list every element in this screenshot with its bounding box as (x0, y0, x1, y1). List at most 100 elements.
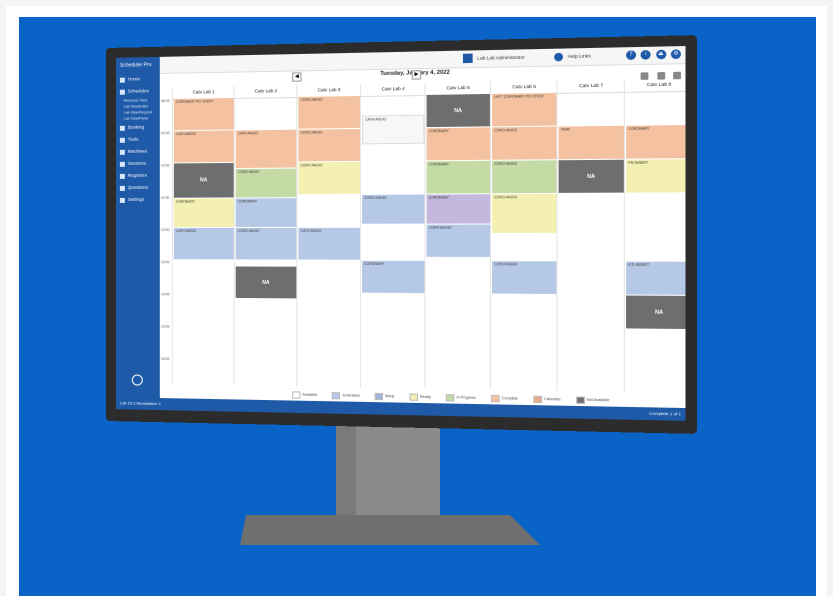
appointment-block[interactable]: CATH ANGIO (173, 227, 234, 260)
time-label: 08:00 (160, 98, 170, 104)
appointment-block[interactable]: CORO ANGIO (426, 224, 490, 257)
appointment-block[interactable]: CORO ANGIO (492, 160, 557, 194)
register-icon (119, 173, 125, 179)
sidebar-item-schedules[interactable]: Schedules (116, 85, 160, 98)
legend-swatch (490, 394, 500, 402)
appointment-block[interactable]: CATH ANGIO (173, 130, 234, 163)
booking-icon (119, 125, 125, 131)
legend-item: Setup (374, 392, 395, 400)
next-day-button[interactable]: ▶ (411, 70, 422, 80)
schedule-column: Catv Lab 4 CATH ANGIO CORO ANGIO CORONARY (359, 82, 426, 389)
user-icon (462, 53, 473, 64)
not-available-block[interactable]: NA (426, 93, 490, 128)
appointment-block[interactable]: CORO ANGIO (235, 168, 297, 198)
legend-label: Canceled (544, 396, 561, 402)
help-label: Help Links (567, 53, 591, 59)
legend-label: Complete (501, 396, 518, 401)
sidebar-item-booking[interactable]: Booking (116, 121, 160, 134)
column-header[interactable]: Catv Lab 8 (624, 77, 686, 93)
tools-icon (119, 137, 125, 143)
sidebar-item-sessions[interactable]: Sessions (116, 158, 160, 170)
not-available-block[interactable]: NA (235, 266, 297, 299)
appointment-block[interactable]: CORONARY (235, 198, 297, 227)
app-logo[interactable]: Scheduler Pro (115, 56, 160, 74)
legend-item: Complete (490, 394, 518, 402)
appointment-block[interactable]: CORO ANGIO (362, 194, 425, 224)
legend-item: Not Available (575, 395, 609, 404)
legend-swatch (331, 391, 341, 399)
schedule-column: Catv Lab 6 LEFT CORONARY PCI STENT CORO AN… (489, 80, 558, 391)
time-label: 09:00 (160, 131, 170, 136)
appointment-block[interactable]: CORONARY (426, 160, 490, 194)
appointment-block[interactable]: CORO ANGIO (298, 96, 360, 129)
appointment-block[interactable]: CORONARY (626, 124, 686, 159)
appointment-block[interactable]: ICD INSERT (626, 261, 686, 295)
appointment-block[interactable]: CORONARY PCI STENT (173, 97, 234, 131)
appointment-block[interactable]: CORONARY (362, 260, 425, 294)
machine-icon (119, 149, 125, 155)
appointment-block[interactable]: CATH ANGIO (235, 129, 297, 169)
legend-label: Setup (384, 394, 395, 399)
schedule-column: Catv Lab 2 CATH ANGIO CORO ANGIO CORONARY CO… (233, 84, 298, 387)
time-label: 14:00 (160, 292, 170, 297)
sessions-icon (119, 161, 125, 167)
home-icon (119, 77, 125, 83)
not-available-block[interactable]: NA (558, 159, 624, 193)
legend-swatch (292, 390, 301, 399)
appointment-block[interactable]: LEFT CORONARY PCI STENT (492, 92, 557, 127)
appointment-block[interactable]: CORO ANGIO (492, 126, 557, 160)
appointment-block[interactable]: CORO ANGIO (298, 128, 360, 162)
sidebar-item-home[interactable]: Home (116, 73, 160, 86)
info-icon[interactable]: i (640, 49, 651, 60)
sidebar: Home Schedules Resource View Lab View/Edito… (115, 72, 160, 399)
settings-icon (119, 197, 125, 203)
legend-swatch (445, 393, 455, 402)
time-column: 08:00 09:00 10:00 11:00 12:00 13:00 14:00 15:00… (160, 99, 170, 384)
column-header[interactable]: Catv Lab 4 (360, 82, 426, 98)
appointment-block[interactable]: CORO ANGIO (235, 227, 297, 260)
legend-swatch (575, 395, 585, 404)
sidebar-item-label: Tools (127, 136, 139, 142)
column-header[interactable]: Catv Lab 7 (557, 79, 625, 94)
sidebar-item-questions[interactable]: Questions (116, 182, 160, 194)
status-right: Complete 1 of 1 (649, 410, 681, 417)
sidebar-item-settings[interactable]: Settings (116, 194, 160, 206)
sidebar-item-registers[interactable]: Registers (116, 170, 160, 182)
appointment-block[interactable]: CORO ANGIO (492, 261, 557, 294)
appointment-block[interactable]: CATH ANGIO (362, 114, 425, 145)
help-box[interactable]: Help Links (554, 51, 591, 62)
appointment-block[interactable]: CORONARY (426, 194, 490, 224)
monitor-stand-base (240, 515, 540, 545)
sidebar-item-label: Schedules (127, 88, 149, 94)
logout-icon[interactable]: ⏏ (655, 49, 666, 60)
time-label: 15:00 (160, 324, 170, 329)
appointment-block[interactable]: CORONARY (426, 127, 490, 161)
appointment-block[interactable]: TAVR (558, 125, 624, 160)
sidebar-item-label: Home (127, 76, 140, 82)
appointment-block[interactable]: PM INSERT (626, 159, 686, 193)
sidebar-item-machines[interactable]: Machines (116, 145, 160, 157)
main-area: ◀ Tuesday, January 4, 2022 ▶ 08:0009:001… (160, 63, 686, 408)
settings-gear-icon[interactable] (131, 374, 143, 386)
appointment-block[interactable]: CORONARY (173, 198, 234, 227)
user-box[interactable]: Lab Lab Administrator (462, 52, 525, 64)
sidebar-item-label: Sessions (127, 160, 147, 166)
time-label: 16:00 (160, 356, 170, 361)
question-icon (119, 185, 125, 191)
sidebar-item-label: Settings (127, 196, 145, 202)
sidebar-item-label: Machines (127, 148, 148, 154)
gear-icon[interactable]: ⚙ (670, 49, 681, 60)
not-available-block[interactable]: NA (626, 295, 686, 330)
appointment-block[interactable]: CATH ANGIO (298, 227, 360, 260)
not-available-block[interactable]: NA (173, 162, 234, 198)
sidebar-item-label: Registers (127, 172, 147, 178)
appointment-block[interactable]: CORO ANGIO (492, 193, 557, 234)
time-label: 10:00 (160, 163, 170, 168)
legend-label: Scheduled (342, 393, 360, 398)
schedule-column: Catv Lab 8 CORONARY PM INSERT ICD INSERT NA (623, 77, 686, 394)
sidebar-item-tools[interactable]: Tools (116, 133, 160, 146)
column-header[interactable]: Catv Lab 2 (234, 84, 298, 99)
appointment-block[interactable]: CORO ANGIO (298, 161, 360, 195)
question-icon[interactable]: ? (625, 50, 636, 60)
legend-item: In Progress (445, 393, 476, 402)
